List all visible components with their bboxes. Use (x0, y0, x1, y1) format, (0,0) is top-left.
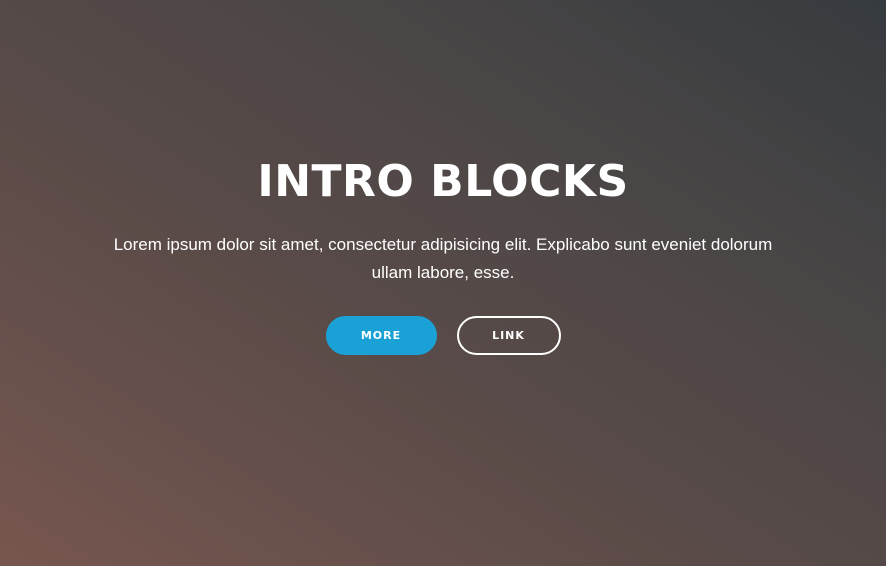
hero-subtitle: Lorem ipsum dolor sit amet, consectetur … (113, 235, 773, 282)
hero-button-row: MORE LINK (0, 316, 886, 355)
link-button[interactable]: LINK (456, 316, 561, 355)
more-button[interactable]: MORE (325, 316, 437, 355)
intro-hero-section: INTRO BLOCKS Lorem ipsum dolor sit amet,… (0, 0, 886, 566)
hero-title: INTRO BLOCKS (257, 156, 629, 207)
